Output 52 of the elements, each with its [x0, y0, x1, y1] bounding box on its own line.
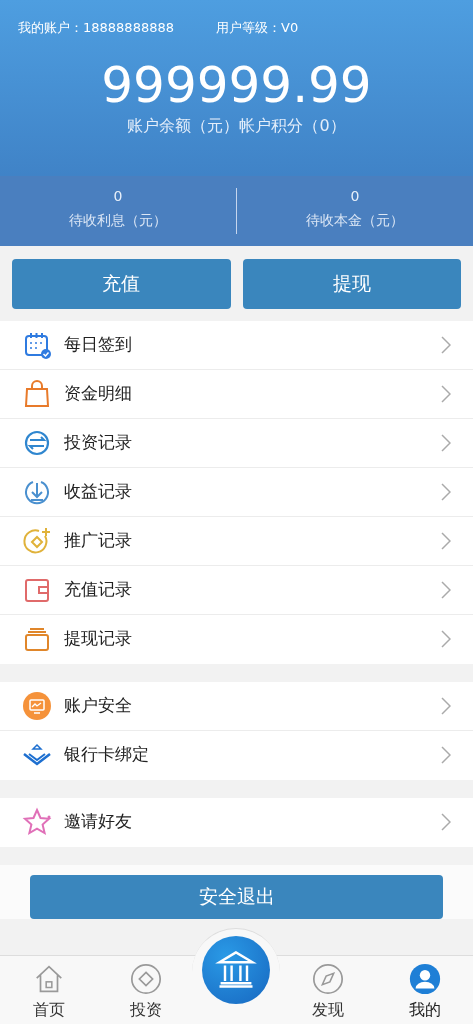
- chevron-icon: [441, 531, 451, 550]
- menu-item[interactable]: 每日签到: [0, 320, 473, 370]
- tab-item[interactable]: 首页: [0, 956, 97, 1024]
- menu-label: 投资记录: [64, 430, 133, 454]
- balance-caption: 账户余额（元）帐户积分（0）: [127, 115, 346, 135]
- menu-item[interactable]: 收益记录: [0, 467, 473, 517]
- chevron-icon: [441, 630, 451, 648]
- menu-label: 充值记录: [64, 577, 133, 601]
- menu-label: 推广记录: [64, 528, 133, 552]
- menu-item[interactable]: 充值记录: [0, 565, 473, 615]
- menu-label: 邀请好友: [64, 810, 133, 834]
- user-icon: [407, 962, 442, 996]
- withdraw-button[interactable]: 提现: [242, 258, 461, 309]
- chevron-icon: [441, 696, 451, 715]
- menu-item[interactable]: 银行卡绑定: [0, 730, 473, 780]
- recharge-button[interactable]: 充值: [12, 258, 231, 309]
- menu-item[interactable]: 提现记录: [0, 614, 473, 664]
- menu-item[interactable]: 推广记录: [0, 516, 473, 566]
- menu-item[interactable]: 邀请好友: [0, 797, 473, 847]
- menu-label: 银行卡绑定: [64, 743, 150, 767]
- tab-item[interactable]: 我的: [376, 956, 473, 1024]
- menu-label: 收益记录: [64, 479, 133, 503]
- chevron-icon: [441, 335, 451, 354]
- diamond-circle-icon: [128, 962, 163, 996]
- stat-label: 待收利息（元）: [69, 212, 167, 229]
- star-icon: [22, 807, 52, 837]
- chevron-icon: [441, 580, 451, 599]
- balance-amount: 999999.99: [100, 59, 373, 110]
- level-text: 用户等级：V0: [216, 19, 299, 37]
- logout-button[interactable]: 安全退出: [30, 874, 443, 919]
- menu-item[interactable]: 账户安全: [0, 681, 473, 731]
- menu-item[interactable]: 投资记录: [0, 418, 473, 468]
- chevron-icon: [441, 482, 451, 501]
- menu-label: 账户安全: [64, 693, 133, 717]
- compass-icon: [310, 962, 345, 996]
- menu-label: 提现记录: [64, 627, 133, 651]
- monitor-icon: [22, 690, 52, 721]
- chevron-icon: [441, 813, 451, 831]
- menu-label: 每日签到: [64, 332, 133, 356]
- bag-icon: [22, 378, 52, 409]
- chevron-icon: [441, 746, 451, 764]
- stat-value: 0: [113, 187, 123, 204]
- menu-label: 资金明细: [64, 381, 133, 405]
- stat-value: 0: [350, 187, 360, 204]
- account-text: 我的账户：18888888888: [18, 19, 174, 37]
- badge-icon: [22, 525, 52, 556]
- chevron-icon: [441, 384, 451, 403]
- stat-label: 待收本金（元）: [306, 212, 404, 229]
- tab-item[interactable]: 投资: [97, 956, 194, 1024]
- tab-item[interactable]: 发现: [279, 956, 376, 1024]
- menu-item[interactable]: 资金明细: [0, 369, 473, 419]
- chevron-icon: [441, 433, 451, 452]
